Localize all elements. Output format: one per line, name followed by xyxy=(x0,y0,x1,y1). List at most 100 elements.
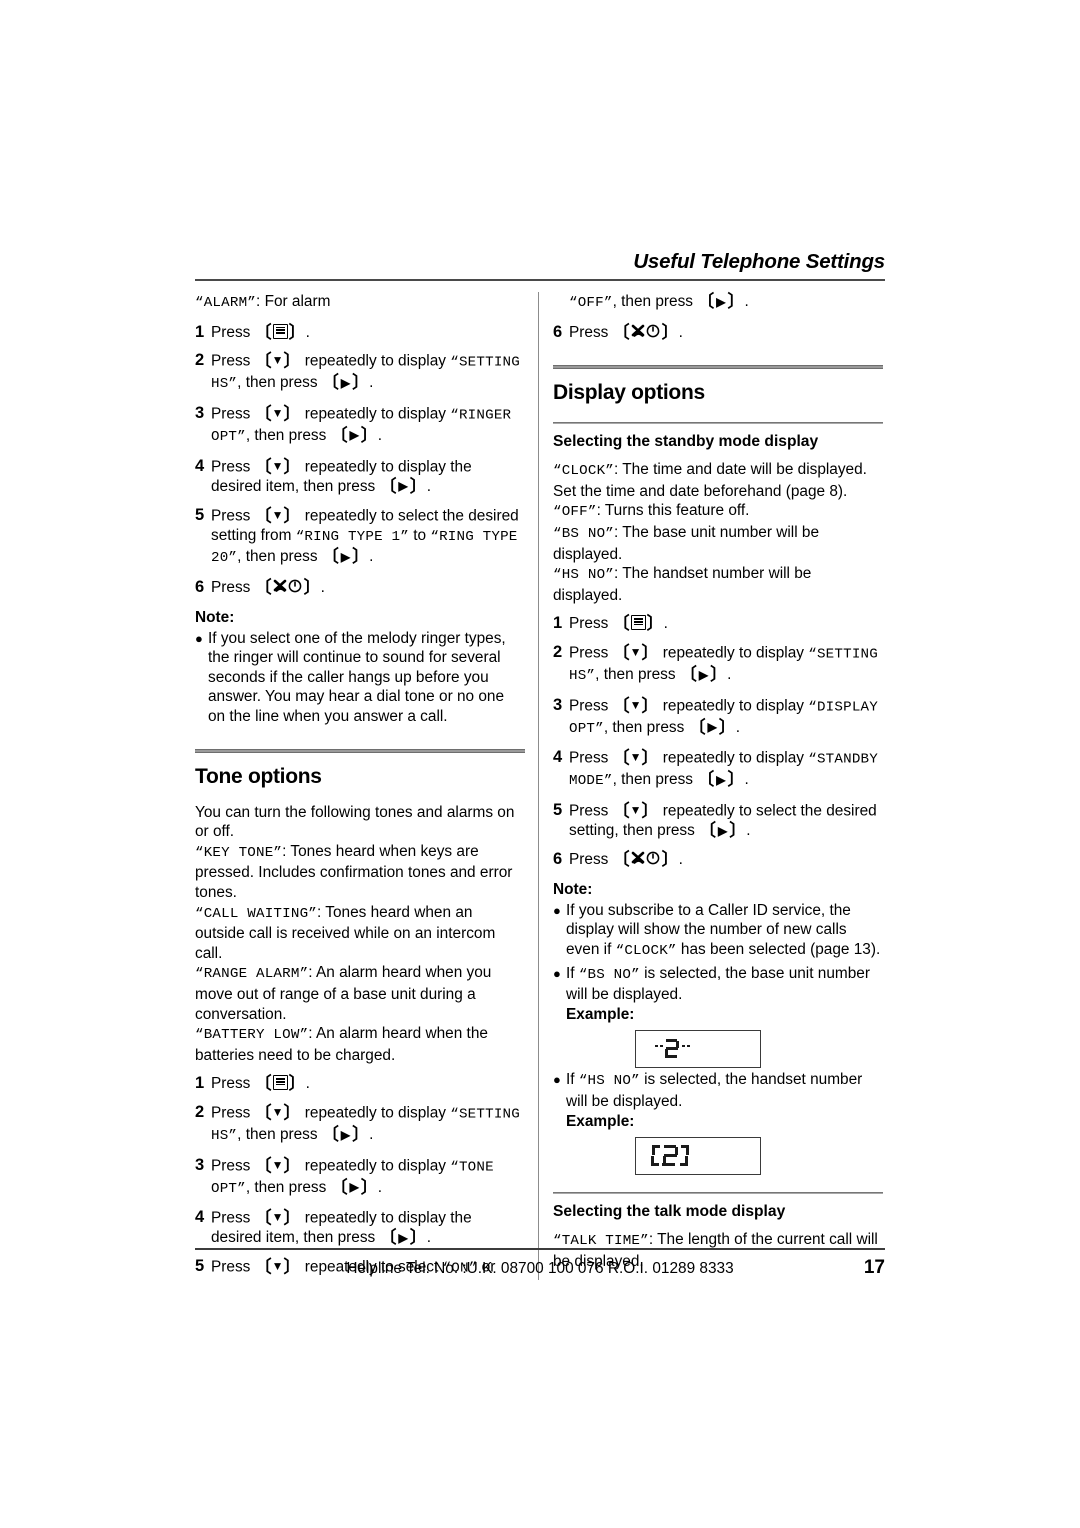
lcd-term: “BS NO” xyxy=(578,966,640,983)
step-number: 2 xyxy=(553,642,563,661)
subsection-rule-talk xyxy=(553,1192,883,1195)
bracket-open: 〔 xyxy=(254,1103,272,1123)
power-off-key: 〔〕 xyxy=(613,850,679,871)
term-definition: “BATTERY LOW”: An alarm heard when the b… xyxy=(195,1024,525,1065)
bracket-open: 〔 xyxy=(679,665,697,685)
lcd-term: “RING TYPE 1” xyxy=(295,528,409,545)
step-number: 3 xyxy=(553,695,563,714)
lcd-term: “KEY TONE” xyxy=(195,844,283,861)
step-text: Press 〔〕. xyxy=(569,614,668,634)
bracket-close: 〕 xyxy=(283,1208,301,1228)
bracket-open: 〔 xyxy=(699,821,717,841)
heading-tone-options: Tone options xyxy=(195,764,322,788)
bracket-open: 〔 xyxy=(254,457,272,477)
bracket-open: 〔 xyxy=(688,717,706,737)
page-number: 17 xyxy=(863,1256,885,1278)
chevron-down-icon: ▼ xyxy=(271,1104,284,1119)
bracket-close: 〕 xyxy=(283,1103,301,1123)
bracket-close: 〕 xyxy=(641,643,659,663)
note-bullet-text: If you select one of the melody ringer t… xyxy=(208,629,506,725)
step-number: 2 xyxy=(195,1102,205,1121)
right-column: “OFF”, then press 〔 ▶ 〕. 6 Press 〔〕. Displa… xyxy=(553,292,883,1271)
note-bullet: ● If you subscribe to a Caller ID servic… xyxy=(553,901,883,962)
power-off-key: 〔〕 xyxy=(613,323,679,344)
chevron-down-icon: ▼ xyxy=(629,803,642,817)
step-text: Press 〔〕. xyxy=(211,578,325,598)
step-number: 6 xyxy=(553,322,563,341)
navigator-right-key: 〔 ▶ 〕 xyxy=(322,373,369,393)
navigator-down-key: 〔▼〕 xyxy=(255,404,301,424)
bracket-close: 〕 xyxy=(727,770,745,790)
step-text: Press 〔▼〕 repeatedly to display the desi… xyxy=(211,457,472,496)
chevron-right-icon: ▶ xyxy=(349,428,359,443)
bracket-open: 〔 xyxy=(254,1074,272,1094)
term-definition: “CALL WAITING”: Tones heard when an outs… xyxy=(195,903,525,964)
subsection-rule-standby xyxy=(553,422,883,425)
chevron-right-icon: ▶ xyxy=(349,1180,359,1195)
note-heading-display: Note: xyxy=(553,880,593,898)
lcd-digit-2-with-dots xyxy=(655,1039,690,1059)
step-number: 2 xyxy=(195,351,205,370)
note-bullet: ● If you select one of the melody ringer… xyxy=(195,629,525,727)
navigator-right-key: 〔 ▶ 〕 xyxy=(331,426,378,446)
step-number: 3 xyxy=(195,403,205,422)
numbered-step: 1 Press 〔〕. xyxy=(553,614,883,634)
standby-definitions: “CLOCK”: The time and date will be displ… xyxy=(553,460,883,605)
numbered-step: 3 Press 〔▼〕 repeatedly to display “RINGER… xyxy=(195,404,525,448)
step-text: Press 〔▼〕 repeatedly to select the desir… xyxy=(211,506,519,567)
numbered-step: 3 Press 〔▼〕 repeatedly to display “TONE O… xyxy=(195,1156,525,1200)
numbered-step: 6 Press 〔〕. xyxy=(195,578,525,599)
lcd-term: “HS NO” xyxy=(553,567,614,584)
bracket-close: 〕 xyxy=(409,476,427,496)
definition-text: : Turns this feature off. xyxy=(596,502,750,520)
numbered-step: 6 Press 〔〕. xyxy=(553,323,883,344)
step-text: Press 〔〕. xyxy=(569,850,683,871)
lcd-term: “CLOCK” xyxy=(615,942,677,959)
bracket-close: 〕 xyxy=(727,292,745,311)
step-text: Press 〔▼〕 repeatedly to display “TONE OP… xyxy=(211,1156,494,1197)
standby-steps-list: 1 Press 〔〕. 2 Press 〔▼〕 repeatedly to displ… xyxy=(553,614,883,870)
page-content: Useful Telephone Settings “ALARM”: For a… xyxy=(195,250,885,1280)
bracket-open: 〔 xyxy=(612,614,630,634)
chevron-down-icon: ▼ xyxy=(271,1210,284,1225)
talk-term: “TALK TIME” xyxy=(553,1233,649,1250)
step-number: 5 xyxy=(553,801,563,819)
phone-off-power-icon xyxy=(273,579,303,597)
bracket-close: 〕 xyxy=(646,614,664,634)
bracket-open: 〔 xyxy=(254,351,272,371)
bracket-close: 〕 xyxy=(641,748,659,768)
step-number: 1 xyxy=(195,1074,205,1093)
step-text: Press 〔▼〕 repeatedly to display “SETTING… xyxy=(211,351,520,393)
term-definition: “HS NO”: The handset number will be disp… xyxy=(553,564,883,605)
chevron-right-icon: ▶ xyxy=(398,1230,408,1245)
navigator-right-key: 〔 ▶ 〕 xyxy=(697,292,744,312)
note-heading-ringer: Note: xyxy=(195,608,235,626)
term-definition: “BS NO”: The base unit number will be di… xyxy=(553,523,883,564)
bracket-close: 〕 xyxy=(710,665,728,685)
step-text: Press 〔▼〕 repeatedly to display “SETTING… xyxy=(211,1103,520,1145)
lcd-term: “RANGE ALARM” xyxy=(195,966,309,983)
navigator-right-key: 〔 ▶ 〕 xyxy=(322,1125,369,1145)
chevron-down-icon: ▼ xyxy=(271,405,284,420)
step-number: 4 xyxy=(195,1208,205,1227)
step-number: 3 xyxy=(195,1155,205,1174)
bracket-close: 〕 xyxy=(283,404,301,424)
lcd-term: “HS NO” xyxy=(578,1073,640,1090)
numbered-step: 2 Press 〔▼〕 repeatedly to display “SETTIN… xyxy=(553,643,883,687)
bracket-close: 〕 xyxy=(360,1177,378,1197)
numbered-step: 3 Press 〔▼〕 repeatedly to display “DISPLA… xyxy=(553,696,883,740)
navigator-right-key: 〔 ▶ 〕 xyxy=(380,1228,427,1248)
numbered-step: 2 Press 〔▼〕 repeatedly to display “SETTIN… xyxy=(195,1103,525,1147)
running-head: Useful Telephone Settings xyxy=(633,250,885,273)
lcd-term: “OFF” xyxy=(553,504,597,521)
lcd-digit-2-in-brackets xyxy=(651,1145,689,1167)
numbered-step: 5 Press 〔▼〕 repeatedly to select the desi… xyxy=(553,801,883,841)
tone-definitions: “KEY TONE”: Tones heard when keys are pr… xyxy=(195,842,525,1066)
bracket-close: 〕 xyxy=(352,373,370,393)
navigator-right-key: 〔 ▶ 〕 xyxy=(699,821,746,841)
step-6-tone: 6 Press 〔〕. xyxy=(553,323,883,344)
bracket-close: 〕 xyxy=(360,425,378,445)
column-divider xyxy=(538,292,539,1280)
step-text: Press 〔▼〕 repeatedly to display the desi… xyxy=(211,1208,472,1248)
numbered-step: 5 Press 〔▼〕 repeatedly to select the desi… xyxy=(195,506,525,569)
